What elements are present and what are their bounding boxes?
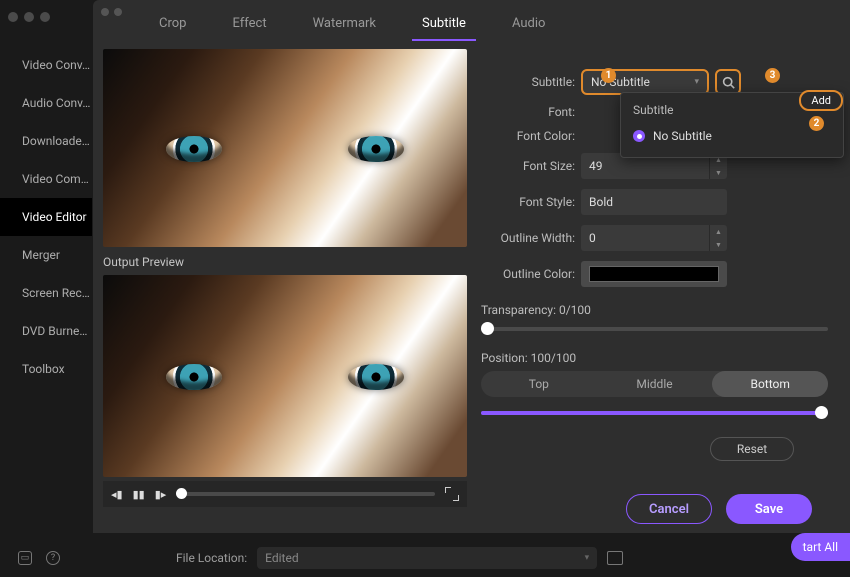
sidebar-item-downloader[interactable]: Downloade… <box>0 122 92 160</box>
bottom-utility-icons: ▭ ? <box>18 551 60 565</box>
radio-selected-icon <box>633 130 645 142</box>
window-controls[interactable] <box>8 12 50 22</box>
sidebar-nav: Video Conv… Audio Conv… Downloade… Video… <box>0 46 92 388</box>
dropdown-item-label: No Subtitle <box>653 129 712 143</box>
file-location-label: File Location: <box>176 551 247 565</box>
annotation-badge-1: 1 <box>601 68 616 83</box>
font-label: Font: <box>481 105 581 119</box>
font-style-select[interactable]: Bold <box>581 189 727 215</box>
sidebar-item-dvd-burner[interactable]: DVD Burne… <box>0 312 92 350</box>
position-middle[interactable]: Middle <box>597 371 713 397</box>
file-location-value: Edited <box>265 551 298 565</box>
modal-window-controls[interactable] <box>101 8 122 16</box>
cancel-button[interactable]: Cancel <box>626 494 712 524</box>
outline-width-stepper[interactable]: ▲▼ <box>709 225 727 251</box>
position-top[interactable]: Top <box>481 371 597 397</box>
file-location-select[interactable]: Edited ▾ <box>257 547 597 569</box>
sidebar-item-merger[interactable]: Merger <box>0 236 92 274</box>
position-bottom[interactable]: Bottom <box>712 371 828 397</box>
tab-audio[interactable]: Audio <box>506 12 551 41</box>
step-down-icon: ▼ <box>710 166 727 179</box>
sidebar-item-video-converter[interactable]: Video Conv… <box>0 46 92 84</box>
sidebar-item-video-compressor[interactable]: Video Com… <box>0 160 92 198</box>
open-folder-icon[interactable] <box>607 551 623 565</box>
transparency-label: Transparency: 0/100 <box>481 303 828 317</box>
add-subtitle-button[interactable]: Add <box>799 90 843 111</box>
reset-button[interactable]: Reset <box>710 437 794 461</box>
outline-color-label: Outline Color: <box>481 267 581 281</box>
guide-icon[interactable]: ▭ <box>18 551 32 565</box>
sidebar-item-video-editor[interactable]: Video Editor <box>0 198 92 236</box>
annotation-badge-2: 2 <box>809 116 824 131</box>
search-icon <box>722 76 735 89</box>
fullscreen-icon[interactable] <box>445 487 459 501</box>
font-style-label: Font Style: <box>481 195 581 209</box>
subtitle-label: Subtitle: <box>481 75 581 89</box>
source-preview <box>103 49 467 247</box>
step-down-icon: ▼ <box>710 238 727 251</box>
sidebar-item-toolbox[interactable]: Toolbox <box>0 350 92 388</box>
scrub-slider[interactable] <box>176 492 435 496</box>
position-tabs: Top Middle Bottom <box>481 371 828 397</box>
output-preview-label: Output Preview <box>103 251 467 271</box>
annotation-badge-3: 3 <box>765 68 780 83</box>
help-icon[interactable]: ? <box>46 551 60 565</box>
next-frame-icon[interactable]: ▮▸ <box>155 488 167 501</box>
file-location-bar: File Location: Edited ▾ <box>176 547 623 569</box>
preview-column: Output Preview ◂▮ ▮▮ ▮▸ <box>103 49 467 533</box>
subtitle-select-value: No Subtitle <box>591 75 650 89</box>
tab-subtitle[interactable]: Subtitle <box>416 12 472 41</box>
tab-watermark[interactable]: Watermark <box>307 12 382 41</box>
tab-crop[interactable]: Crop <box>153 12 192 41</box>
editor-tabs: Crop Effect Watermark Subtitle Audio <box>93 0 850 41</box>
outline-width-label: Outline Width: <box>481 231 581 245</box>
tab-effect[interactable]: Effect <box>226 12 272 41</box>
dropdown-item-no-subtitle[interactable]: No Subtitle <box>633 129 831 143</box>
playback-controls: ◂▮ ▮▮ ▮▸ <box>103 481 467 507</box>
prev-frame-icon[interactable]: ◂▮ <box>111 488 123 501</box>
pause-icon[interactable]: ▮▮ <box>133 488 145 501</box>
position-slider[interactable] <box>481 411 828 415</box>
position-label: Position: 100/100 <box>481 351 828 365</box>
chevron-down-icon: ▾ <box>585 553 590 563</box>
font-size-label: Font Size: <box>481 159 581 173</box>
save-button[interactable]: Save <box>726 494 812 524</box>
step-up-icon: ▲ <box>710 225 727 238</box>
chevron-down-icon: ▾ <box>694 77 699 87</box>
sidebar-item-screen-recorder[interactable]: Screen Rec… <box>0 274 92 312</box>
outline-color-picker[interactable] <box>581 261 727 287</box>
editor-modal: Crop Effect Watermark Subtitle Audio Out… <box>93 0 850 533</box>
outline-width-input[interactable]: 0 <box>581 225 709 251</box>
transparency-slider[interactable] <box>481 327 828 331</box>
sidebar-item-audio-converter[interactable]: Audio Conv… <box>0 84 92 122</box>
start-all-button[interactable]: tart All <box>791 533 850 561</box>
output-preview <box>103 275 467 477</box>
font-color-label: Font Color: <box>481 129 581 143</box>
